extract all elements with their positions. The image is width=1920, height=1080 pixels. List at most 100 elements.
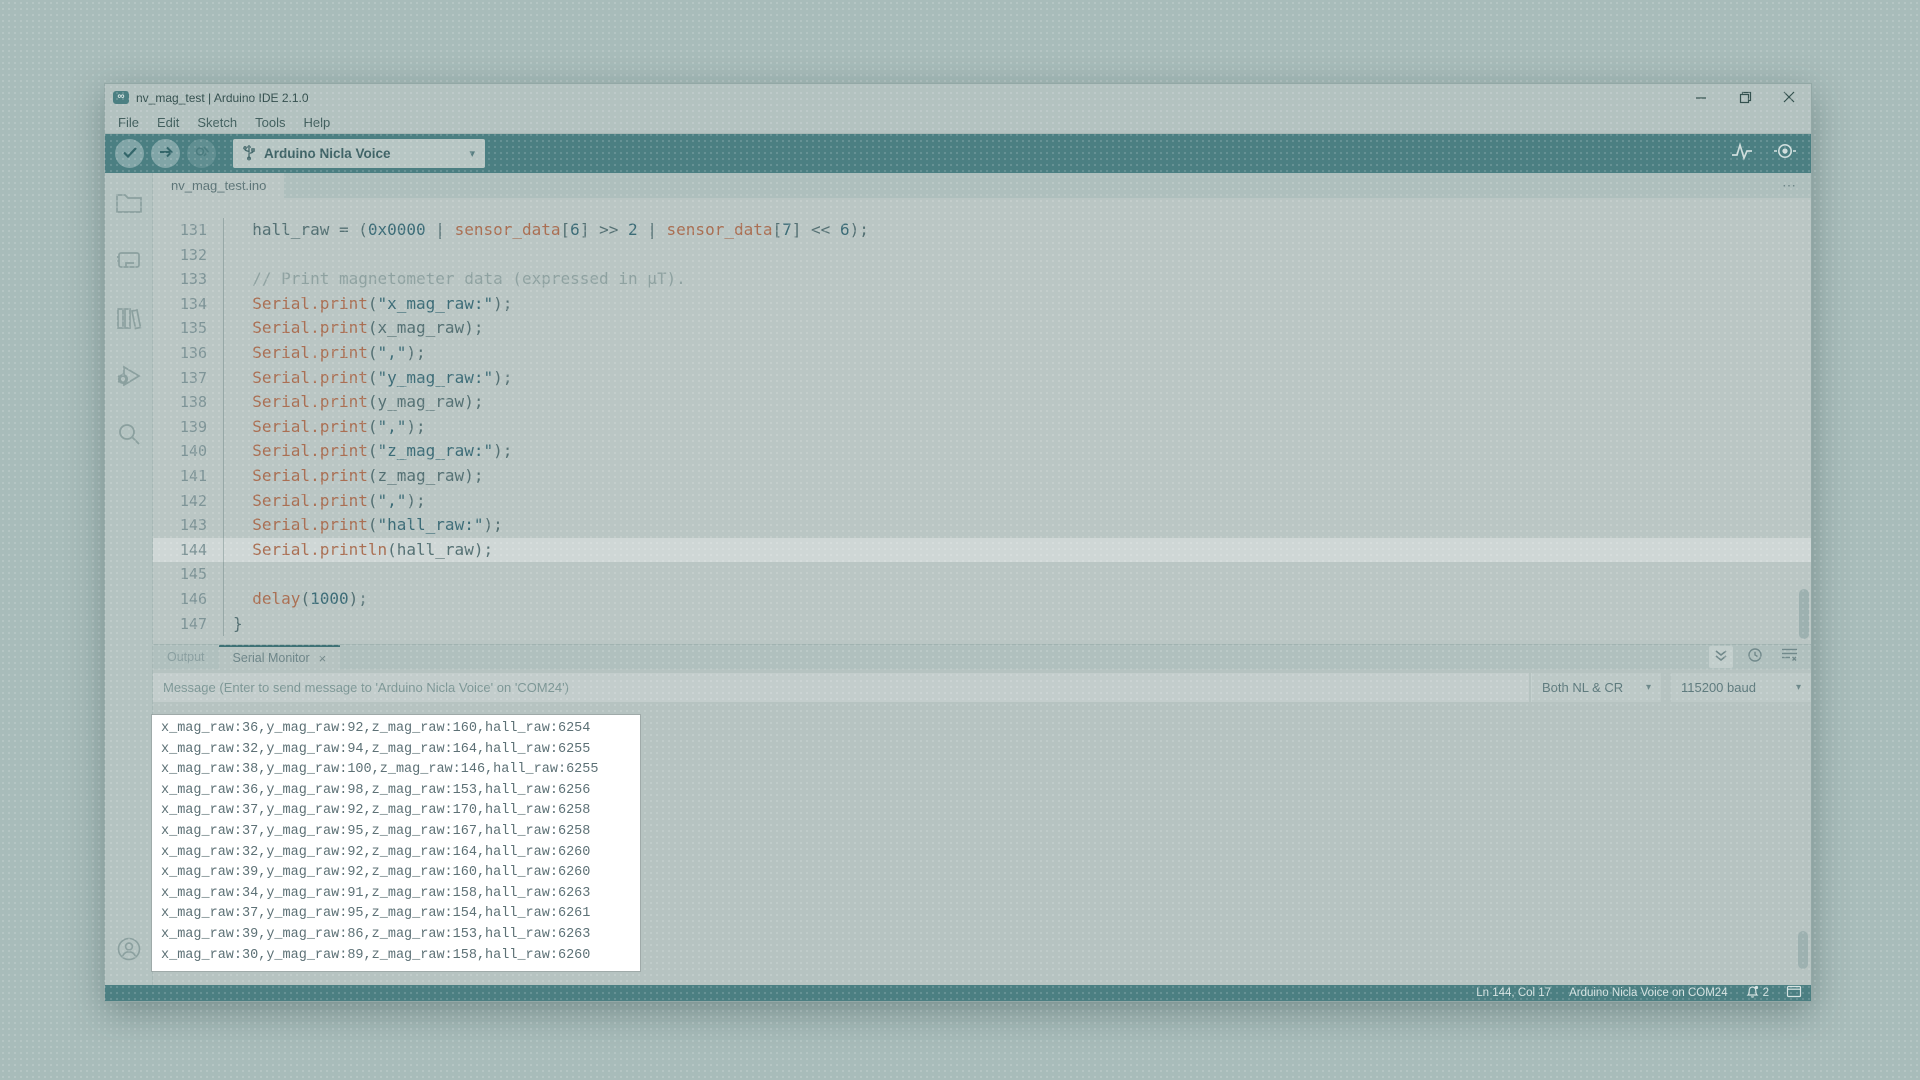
board-port-status[interactable]: Arduino Nicla Voice on COM24 [1569,987,1728,999]
serial-output-highlight-box: x_mag_raw:36,y_mag_raw:92,z_mag_raw:160,… [152,715,640,971]
code-line[interactable]: 132 [153,243,1811,268]
code-line[interactable]: 143 Serial.print("hall_raw:"); [153,513,1811,538]
timestamp-icon [1748,648,1762,667]
upload-icon [159,145,173,163]
line-number: 131 [153,218,223,243]
verify-button[interactable] [115,139,144,168]
code-line[interactable]: 142 Serial.print(","); [153,489,1811,514]
baud-rate-select[interactable]: 115200 baud ▾ [1671,673,1811,702]
terminal-panel-icon [1787,986,1801,1000]
code-line[interactable]: 139 Serial.print(","); [153,415,1811,440]
sidebar-item-search[interactable] [115,423,142,450]
notifications[interactable]: 2 [1746,985,1769,1001]
toolbar: Arduino Nicla Voice ▾ [105,134,1811,173]
boards-manager-icon [116,250,142,275]
serial-message-input[interactable] [153,673,1529,702]
line-number: 143 [153,513,223,538]
sidebar-item-debugger[interactable] [115,365,142,392]
sketchbook-folder-icon [116,191,142,218]
code-line[interactable]: 146 delay(1000); [153,587,1811,612]
panel-toggle[interactable] [1787,986,1801,1000]
clear-output-button[interactable] [1777,646,1801,668]
code-editor[interactable]: 131 hall_raw = (0x0000 | sensor_data[6] … [153,198,1811,644]
code-line[interactable]: 138 Serial.print(y_mag_raw); [153,390,1811,415]
code-line[interactable]: 134 Serial.print("x_mag_raw:"); [153,292,1811,317]
code-line[interactable]: 141 Serial.print(z_mag_raw); [153,464,1811,489]
line-text [223,243,233,268]
arduino-ide-window: ∞ nv_mag_test | Arduino IDE 2.1.0 File E… [104,83,1812,1002]
serial-plotter-button[interactable] [1731,142,1753,165]
code-line[interactable]: 144 Serial.println(hall_raw); [153,538,1811,563]
code-line[interactable]: 140 Serial.print("z_mag_raw:"); [153,439,1811,464]
menu-edit[interactable]: Edit [148,115,188,130]
menu-help[interactable]: Help [294,115,339,130]
upload-button[interactable] [151,139,180,168]
code-line[interactable]: 133 // Print magnetometer data (expresse… [153,267,1811,292]
serial-line: x_mag_raw:30,y_mag_raw:89,z_mag_raw:158,… [156,946,636,967]
code-line[interactable]: 131 hall_raw = (0x0000 | sensor_data[6] … [153,218,1811,243]
tab-nv-mag-test-ino[interactable]: nv_mag_test.ino [153,173,284,198]
line-ending-select[interactable]: Both NL & CR ▾ [1531,673,1661,702]
code-line[interactable]: 147} [153,612,1811,637]
status-bar: Ln 144, Col 17 Arduino Nicla Voice on CO… [105,985,1811,1001]
serial-message-row: Both NL & CR ▾ 115200 baud ▾ [153,669,1811,706]
tab-output[interactable]: Output [153,645,219,669]
chevron-down-icon: ▾ [469,147,475,160]
tab-serial-monitor[interactable]: Serial Monitor × [219,645,341,669]
debug-button[interactable] [187,139,216,168]
menu-tools[interactable]: Tools [246,115,294,130]
menu-bar: File Edit Sketch Tools Help [105,111,1811,134]
line-number: 142 [153,489,223,514]
serial-line: x_mag_raw:39,y_mag_raw:92,z_mag_raw:160,… [156,863,636,884]
sidebar-item-sketchbook[interactable] [115,191,142,218]
close-tab-icon[interactable]: × [319,651,327,666]
serial-line: x_mag_raw:39,y_mag_raw:86,z_mag_raw:153,… [156,925,636,946]
serial-line: x_mag_raw:37,y_mag_raw:95,z_mag_raw:167,… [156,822,636,843]
line-number: 141 [153,464,223,489]
serial-line: x_mag_raw:36,y_mag_raw:92,z_mag_raw:160,… [156,719,636,740]
serial-monitor-button[interactable] [1773,142,1797,165]
chevron-down-icon: ▾ [1646,682,1651,693]
menu-file[interactable]: File [109,115,148,130]
tab-actions-overflow[interactable]: ⋯ [1768,173,1811,198]
cursor-position[interactable]: Ln 144, Col 17 [1476,987,1551,999]
code-line[interactable]: 135 Serial.print(x_mag_raw); [153,316,1811,341]
line-text: delay(1000); [223,587,368,612]
serial-line: x_mag_raw:32,y_mag_raw:94,z_mag_raw:164,… [156,740,636,761]
editor-column: nv_mag_test.ino ⋯ 131 hall_raw = (0x0000… [153,173,1811,985]
usb-icon [243,143,255,165]
board-selector[interactable]: Arduino Nicla Voice ▾ [233,139,485,168]
bottom-panel-tabs: Output Serial Monitor × [153,644,1811,669]
editor-scrollbar-thumb[interactable] [1799,589,1809,639]
collapse-panel-button[interactable] [1709,646,1733,668]
code-line[interactable]: 137 Serial.print("y_mag_raw:"); [153,366,1811,391]
editor-tab-label: nv_mag_test.ino [171,178,266,193]
code-line[interactable]: 136 Serial.print(","); [153,341,1811,366]
toolbar-right [1731,142,1797,165]
sidebar-item-boards-manager[interactable] [115,249,142,276]
line-text: Serial.print("hall_raw:"); [223,513,503,538]
title-bar[interactable]: ∞ nv_mag_test | Arduino IDE 2.1.0 [105,84,1811,111]
sidebar-item-library-manager[interactable] [115,307,142,334]
line-number: 145 [153,562,223,587]
tab-serial-monitor-label: Serial Monitor [233,651,310,665]
main-area: nv_mag_test.ino ⋯ 131 hall_raw = (0x0000… [105,173,1811,985]
timestamp-toggle-button[interactable] [1743,646,1767,668]
line-text: Serial.print("z_mag_raw:"); [223,439,512,464]
line-number: 132 [153,243,223,268]
activity-sidebar [105,173,153,985]
maximize-button[interactable] [1723,84,1767,111]
menu-sketch[interactable]: Sketch [188,115,246,130]
output-scrollbar-thumb[interactable] [1798,931,1808,969]
code-line[interactable]: 145 [153,562,1811,587]
close-button[interactable] [1767,84,1811,111]
serial-monitor-output[interactable]: x_mag_raw:36,y_mag_raw:92,z_mag_raw:160,… [153,706,1811,985]
serial-line: x_mag_raw:38,y_mag_raw:100,z_mag_raw:146… [156,760,636,781]
line-number: 136 [153,341,223,366]
bell-icon [1746,985,1759,1001]
line-text: Serial.print(z_mag_raw); [223,464,483,489]
sidebar-item-account[interactable] [115,938,142,965]
serial-line: x_mag_raw:32,y_mag_raw:92,z_mag_raw:164,… [156,843,636,864]
minimize-button[interactable] [1679,84,1723,111]
line-number: 137 [153,366,223,391]
